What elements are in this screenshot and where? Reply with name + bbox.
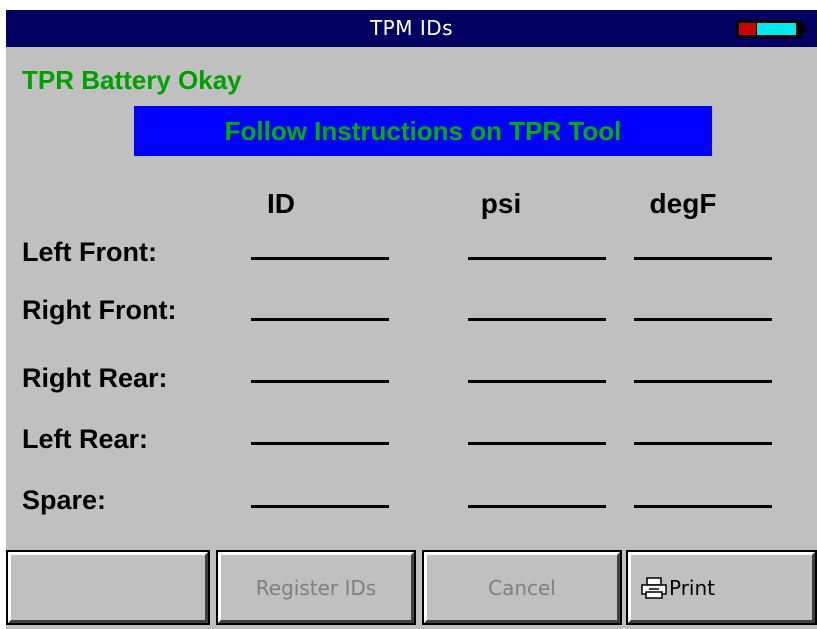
row-label-left-front: Left Front: (22, 237, 157, 267)
right-rear-degf-field (634, 380, 772, 383)
spare-id-field (251, 505, 389, 508)
battery-charge-segment (757, 23, 796, 35)
print-button-label: Print (669, 575, 716, 600)
instruction-banner: Follow Instructions on TPR Tool (134, 106, 712, 156)
battery-status-text: TPR Battery Okay (22, 65, 242, 95)
battery-low-segment (739, 23, 756, 35)
right-front-id-field (251, 318, 389, 321)
window-title: TPM IDs (369, 16, 454, 40)
row-label-right-front: Right Front: (22, 295, 177, 325)
battery-icon (736, 20, 806, 38)
title-bar: TPM IDs (6, 10, 817, 47)
row-label-left-rear: Left Rear: (22, 424, 149, 454)
left-rear-id-field (251, 442, 389, 445)
function-button-bar: Register IDs Cancel Print (6, 550, 817, 629)
cancel-button[interactable]: Cancel (422, 550, 622, 625)
spare-degf-field (634, 505, 772, 508)
battery-terminal (802, 25, 806, 33)
right-rear-psi-field (468, 380, 606, 383)
row-label-spare: Spare: (22, 485, 107, 515)
right-front-psi-field (468, 318, 606, 321)
spare-psi-field (468, 505, 606, 508)
column-header-id: ID (267, 188, 295, 219)
column-header-degf: degF (649, 188, 717, 219)
left-front-id-field (251, 257, 389, 260)
row-label-right-rear: Right Rear: (22, 363, 168, 393)
left-rear-degf-field (634, 442, 772, 445)
register-ids-button[interactable]: Register IDs (216, 550, 416, 625)
column-header-psi: psi (480, 188, 522, 219)
tpm-ids-screen: TPM IDs TPR Battery Okay Follow Instruct… (6, 10, 817, 629)
left-front-degf-field (634, 257, 772, 260)
left-rear-psi-field (468, 442, 606, 445)
print-button[interactable]: Print (626, 550, 817, 625)
f1-button[interactable] (6, 550, 210, 625)
right-rear-id-field (251, 380, 389, 383)
printer-icon (641, 576, 667, 599)
left-front-psi-field (468, 257, 606, 260)
right-front-degf-field (634, 318, 772, 321)
